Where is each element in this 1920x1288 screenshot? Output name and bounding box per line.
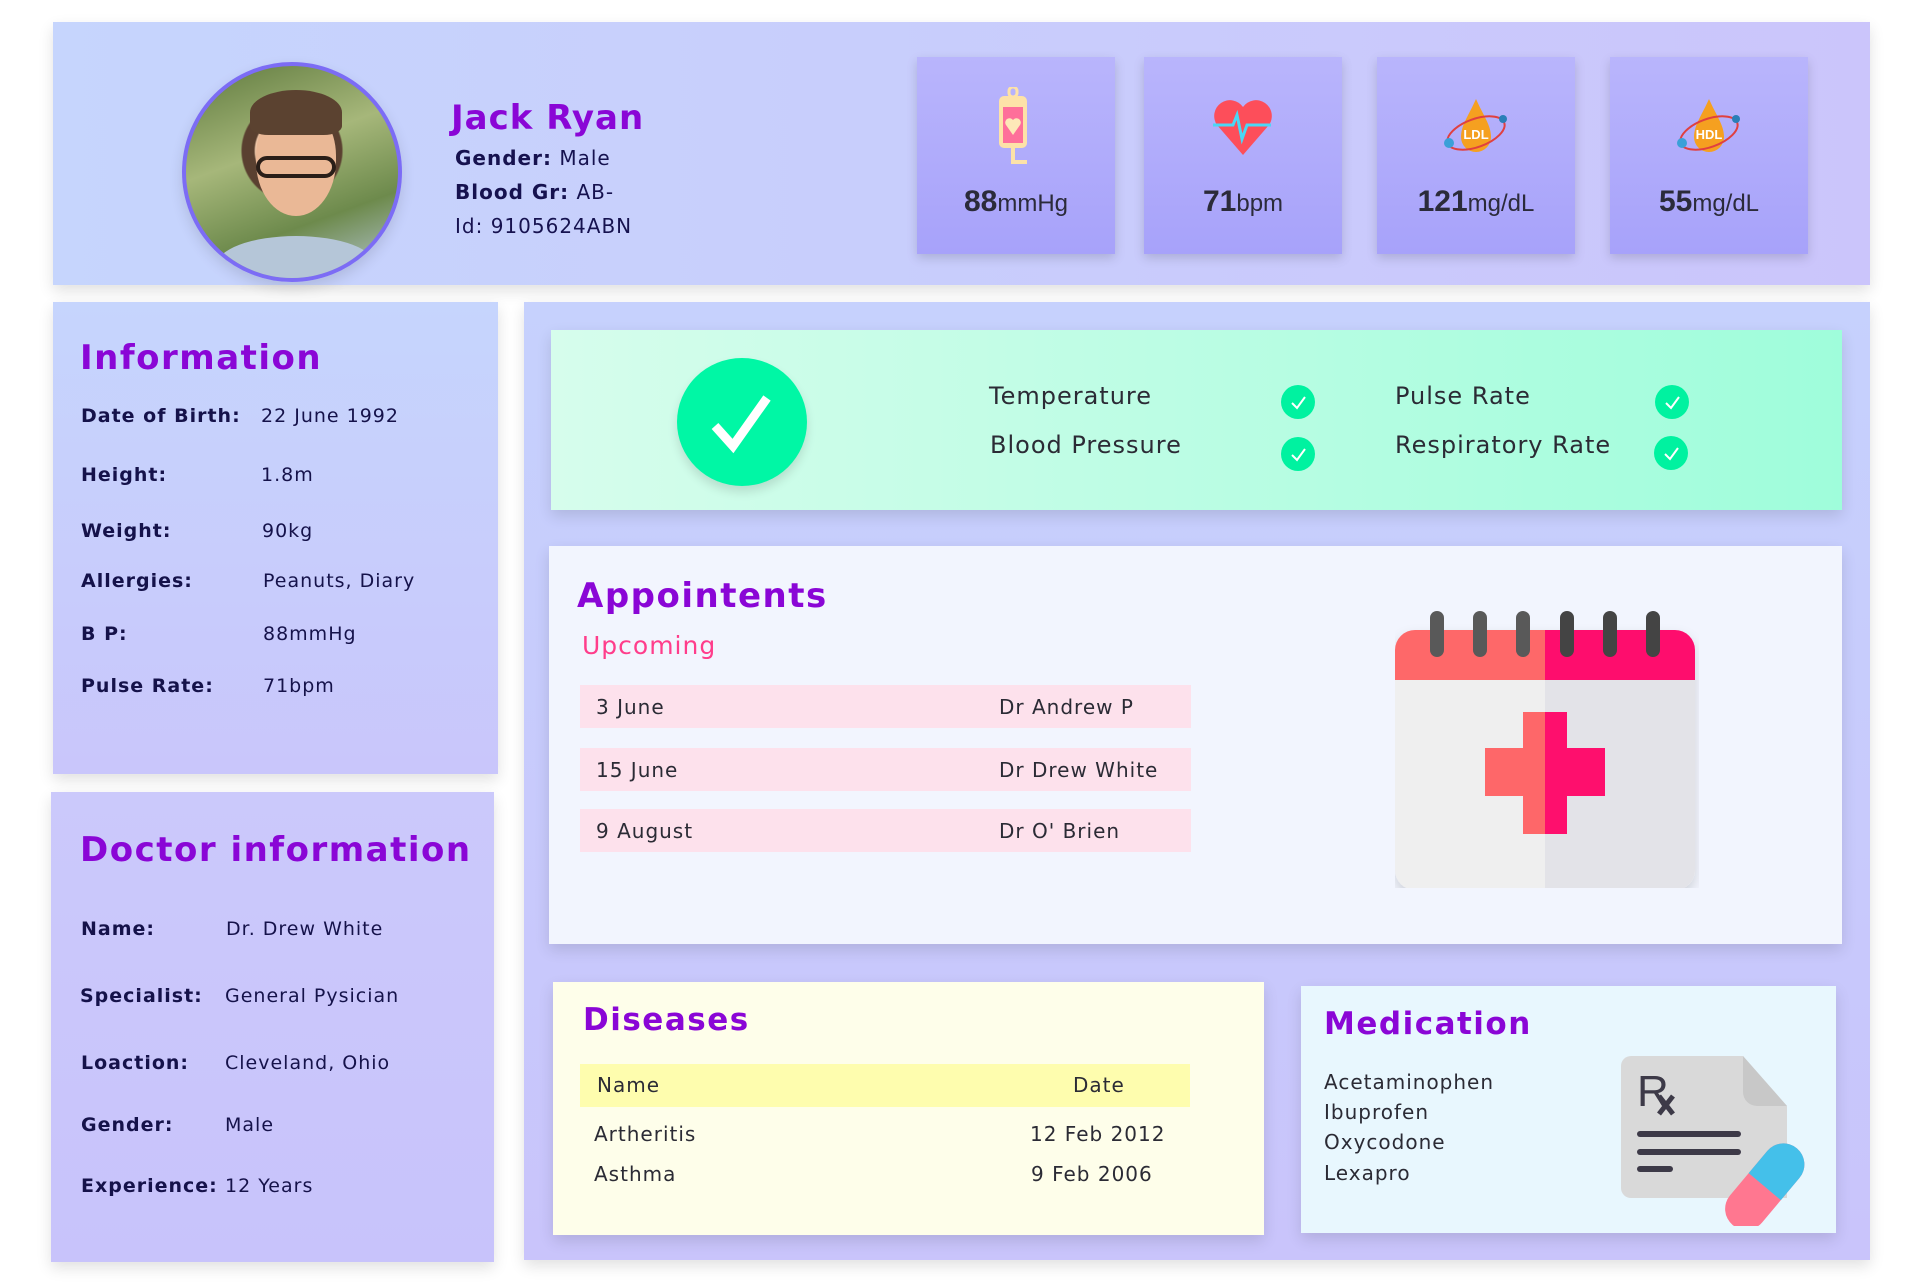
check-icon xyxy=(1655,385,1689,419)
column-header-name: Name xyxy=(597,1073,661,1097)
hdl-drop-icon: HDL xyxy=(1610,87,1808,167)
check-icon xyxy=(1281,437,1315,471)
vital-card-hdl: HDL 55mg/dL xyxy=(1610,57,1808,254)
medication-panel: Medication Acetaminophen Ibuprofen Oxyco… xyxy=(1301,986,1836,1233)
patient-name: Jack Ryan xyxy=(451,98,645,138)
medication-item: Acetaminophen xyxy=(1324,1070,1495,1094)
appointments-panel: Appointents Upcoming 3 June Dr Andrew P 1… xyxy=(549,546,1842,944)
column-header-date: Date xyxy=(1073,1073,1125,1097)
status-blood-pressure: Blood Pressure xyxy=(990,431,1182,459)
status-temperature: Temperature xyxy=(989,382,1153,410)
svg-text:LDL: LDL xyxy=(1463,127,1488,142)
medication-title: Medication xyxy=(1324,1006,1532,1042)
diseases-table-header: Name Date xyxy=(580,1064,1190,1107)
upcoming-label: Upcoming xyxy=(582,631,717,660)
medical-calendar-icon xyxy=(1395,608,1699,892)
avatar xyxy=(182,62,402,282)
check-circle-icon xyxy=(677,358,807,486)
disease-date: 9 Feb 2006 xyxy=(1031,1162,1153,1186)
disease-name: Asthma xyxy=(594,1162,677,1186)
vitals-status-panel: Temperature Blood Pressure Pulse Rate Re… xyxy=(551,330,1842,510)
medication-item: Lexapro xyxy=(1324,1161,1411,1185)
appointment-row[interactable]: 3 June Dr Andrew P xyxy=(580,685,1191,728)
heart-pulse-icon xyxy=(1144,87,1342,167)
vital-card-blood-pressure: 88mmHg xyxy=(917,57,1115,254)
information-title: Information xyxy=(80,338,323,378)
information-panel: Information Date of Birth: 22 June 1992 H… xyxy=(53,302,498,774)
disease-name: Artheritis xyxy=(594,1122,697,1146)
diseases-title: Diseases xyxy=(583,1002,750,1038)
patient-blood-group: Blood Gr: AB- xyxy=(455,180,615,204)
check-icon xyxy=(1654,436,1688,470)
status-respiratory-rate: Respiratory Rate xyxy=(1395,431,1612,459)
doctor-information-panel: Doctor information Name: Dr. Drew White S… xyxy=(51,792,494,1262)
prescription-icon: R xyxy=(1619,1056,1809,1230)
vital-card-pulse: 71bpm xyxy=(1144,57,1342,254)
patient-id: Id: 9105624ABN xyxy=(455,214,633,238)
doctor-information-title: Doctor information xyxy=(80,830,472,870)
disease-date: 12 Feb 2012 xyxy=(1030,1122,1166,1146)
appointments-title: Appointents xyxy=(577,576,828,616)
vital-card-ldl: LDL 121mg/dL xyxy=(1377,57,1575,254)
medication-item: Oxycodone xyxy=(1324,1130,1446,1154)
blood-bag-icon xyxy=(917,87,1115,167)
ldl-drop-icon: LDL xyxy=(1377,87,1575,167)
medication-item: Ibuprofen xyxy=(1324,1100,1430,1124)
diseases-panel: Diseases Name Date Artheritis 12 Feb 201… xyxy=(553,982,1264,1235)
patient-gender: Gender: Male xyxy=(455,146,611,170)
svg-text:HDL: HDL xyxy=(1696,127,1723,142)
check-icon xyxy=(1281,385,1315,419)
appointment-row[interactable]: 15 June Dr Drew White xyxy=(580,748,1191,791)
status-pulse-rate: Pulse Rate xyxy=(1395,382,1531,410)
appointment-row[interactable]: 9 August Dr O' Brien xyxy=(580,809,1191,852)
